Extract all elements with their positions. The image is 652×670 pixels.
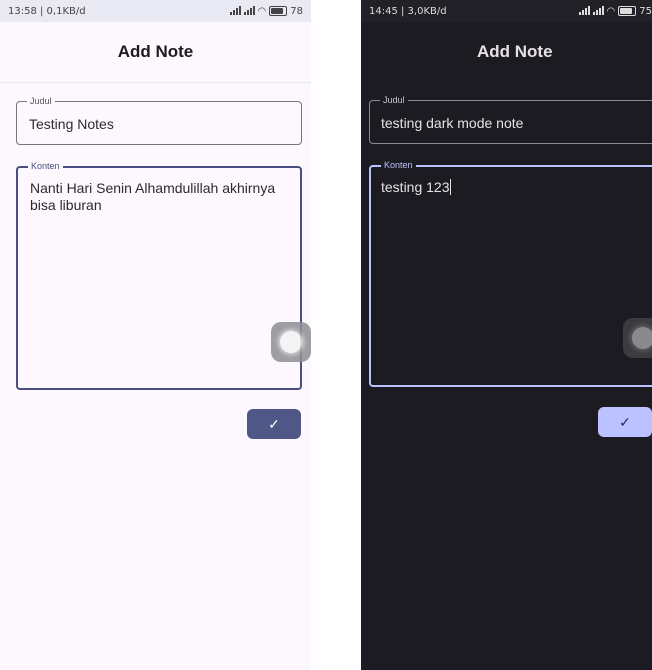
status-bar: 14:45 | 3,0KB/d ◠ 75 <box>361 0 652 22</box>
light-mode-screen: 13:58 | 0,1KB/d ◠ 78 Add Note Judul Test… <box>0 0 311 670</box>
content-input[interactable]: Konten testing 123 <box>369 160 652 387</box>
check-icon: ✓ <box>619 413 631 430</box>
title-input-label: Judul <box>380 95 408 106</box>
title-input-value[interactable]: testing dark mode note <box>381 115 652 132</box>
status-time-network: 13:58 | 0,1KB/d <box>8 5 86 17</box>
save-button[interactable]: ✓ <box>247 409 301 439</box>
check-icon: ✓ <box>268 415 280 432</box>
content-input-value[interactable]: testing 123 <box>381 179 450 195</box>
wifi-icon: ◠ <box>606 5 616 17</box>
content-input[interactable]: Konten Nanti Hari Senin Alhamdulillah ak… <box>16 161 302 390</box>
content-input-value[interactable]: Nanti Hari Senin Alhamdulillah akhirnya … <box>30 180 288 214</box>
status-icons: ◠ 75 <box>578 5 652 17</box>
text-cursor <box>449 179 451 195</box>
battery-level: 75 <box>639 5 652 17</box>
battery-level: 78 <box>290 5 303 17</box>
signal-icon <box>592 6 604 15</box>
content-input-label: Konten <box>28 161 63 172</box>
status-time-network: 14:45 | 3,0KB/d <box>369 5 447 17</box>
app-bar: Add Note <box>361 22 652 82</box>
title-input[interactable]: Judul testing dark mode note <box>369 95 652 144</box>
content-input-wrapper[interactable]: testing 123 <box>381 179 652 196</box>
page-title: Add Note <box>117 42 194 61</box>
title-input-label: Judul <box>27 96 55 107</box>
page-title: Add Note <box>477 42 553 61</box>
dark-mode-screen: 14:45 | 3,0KB/d ◠ 75 Add Note Judul test… <box>361 0 652 670</box>
wifi-icon: ◠ <box>257 5 267 17</box>
status-bar: 13:58 | 0,1KB/d ◠ 78 <box>0 0 311 22</box>
signal-icon <box>229 6 241 15</box>
battery-icon <box>269 6 288 16</box>
signal-icon <box>578 6 590 15</box>
assist-dot-icon <box>280 331 302 353</box>
app-bar: Add Note <box>0 22 311 83</box>
title-input-value[interactable]: Testing Notes <box>29 116 289 133</box>
battery-icon <box>618 6 637 16</box>
status-icons: ◠ 78 <box>229 5 303 17</box>
assist-dot-icon <box>632 327 652 349</box>
floating-assist-button[interactable] <box>271 322 311 362</box>
content-input-label: Konten <box>381 160 416 171</box>
signal-icon <box>243 6 255 15</box>
save-button[interactable]: ✓ <box>598 407 652 437</box>
title-input[interactable]: Judul Testing Notes <box>16 96 302 145</box>
floating-assist-button[interactable] <box>623 318 652 358</box>
